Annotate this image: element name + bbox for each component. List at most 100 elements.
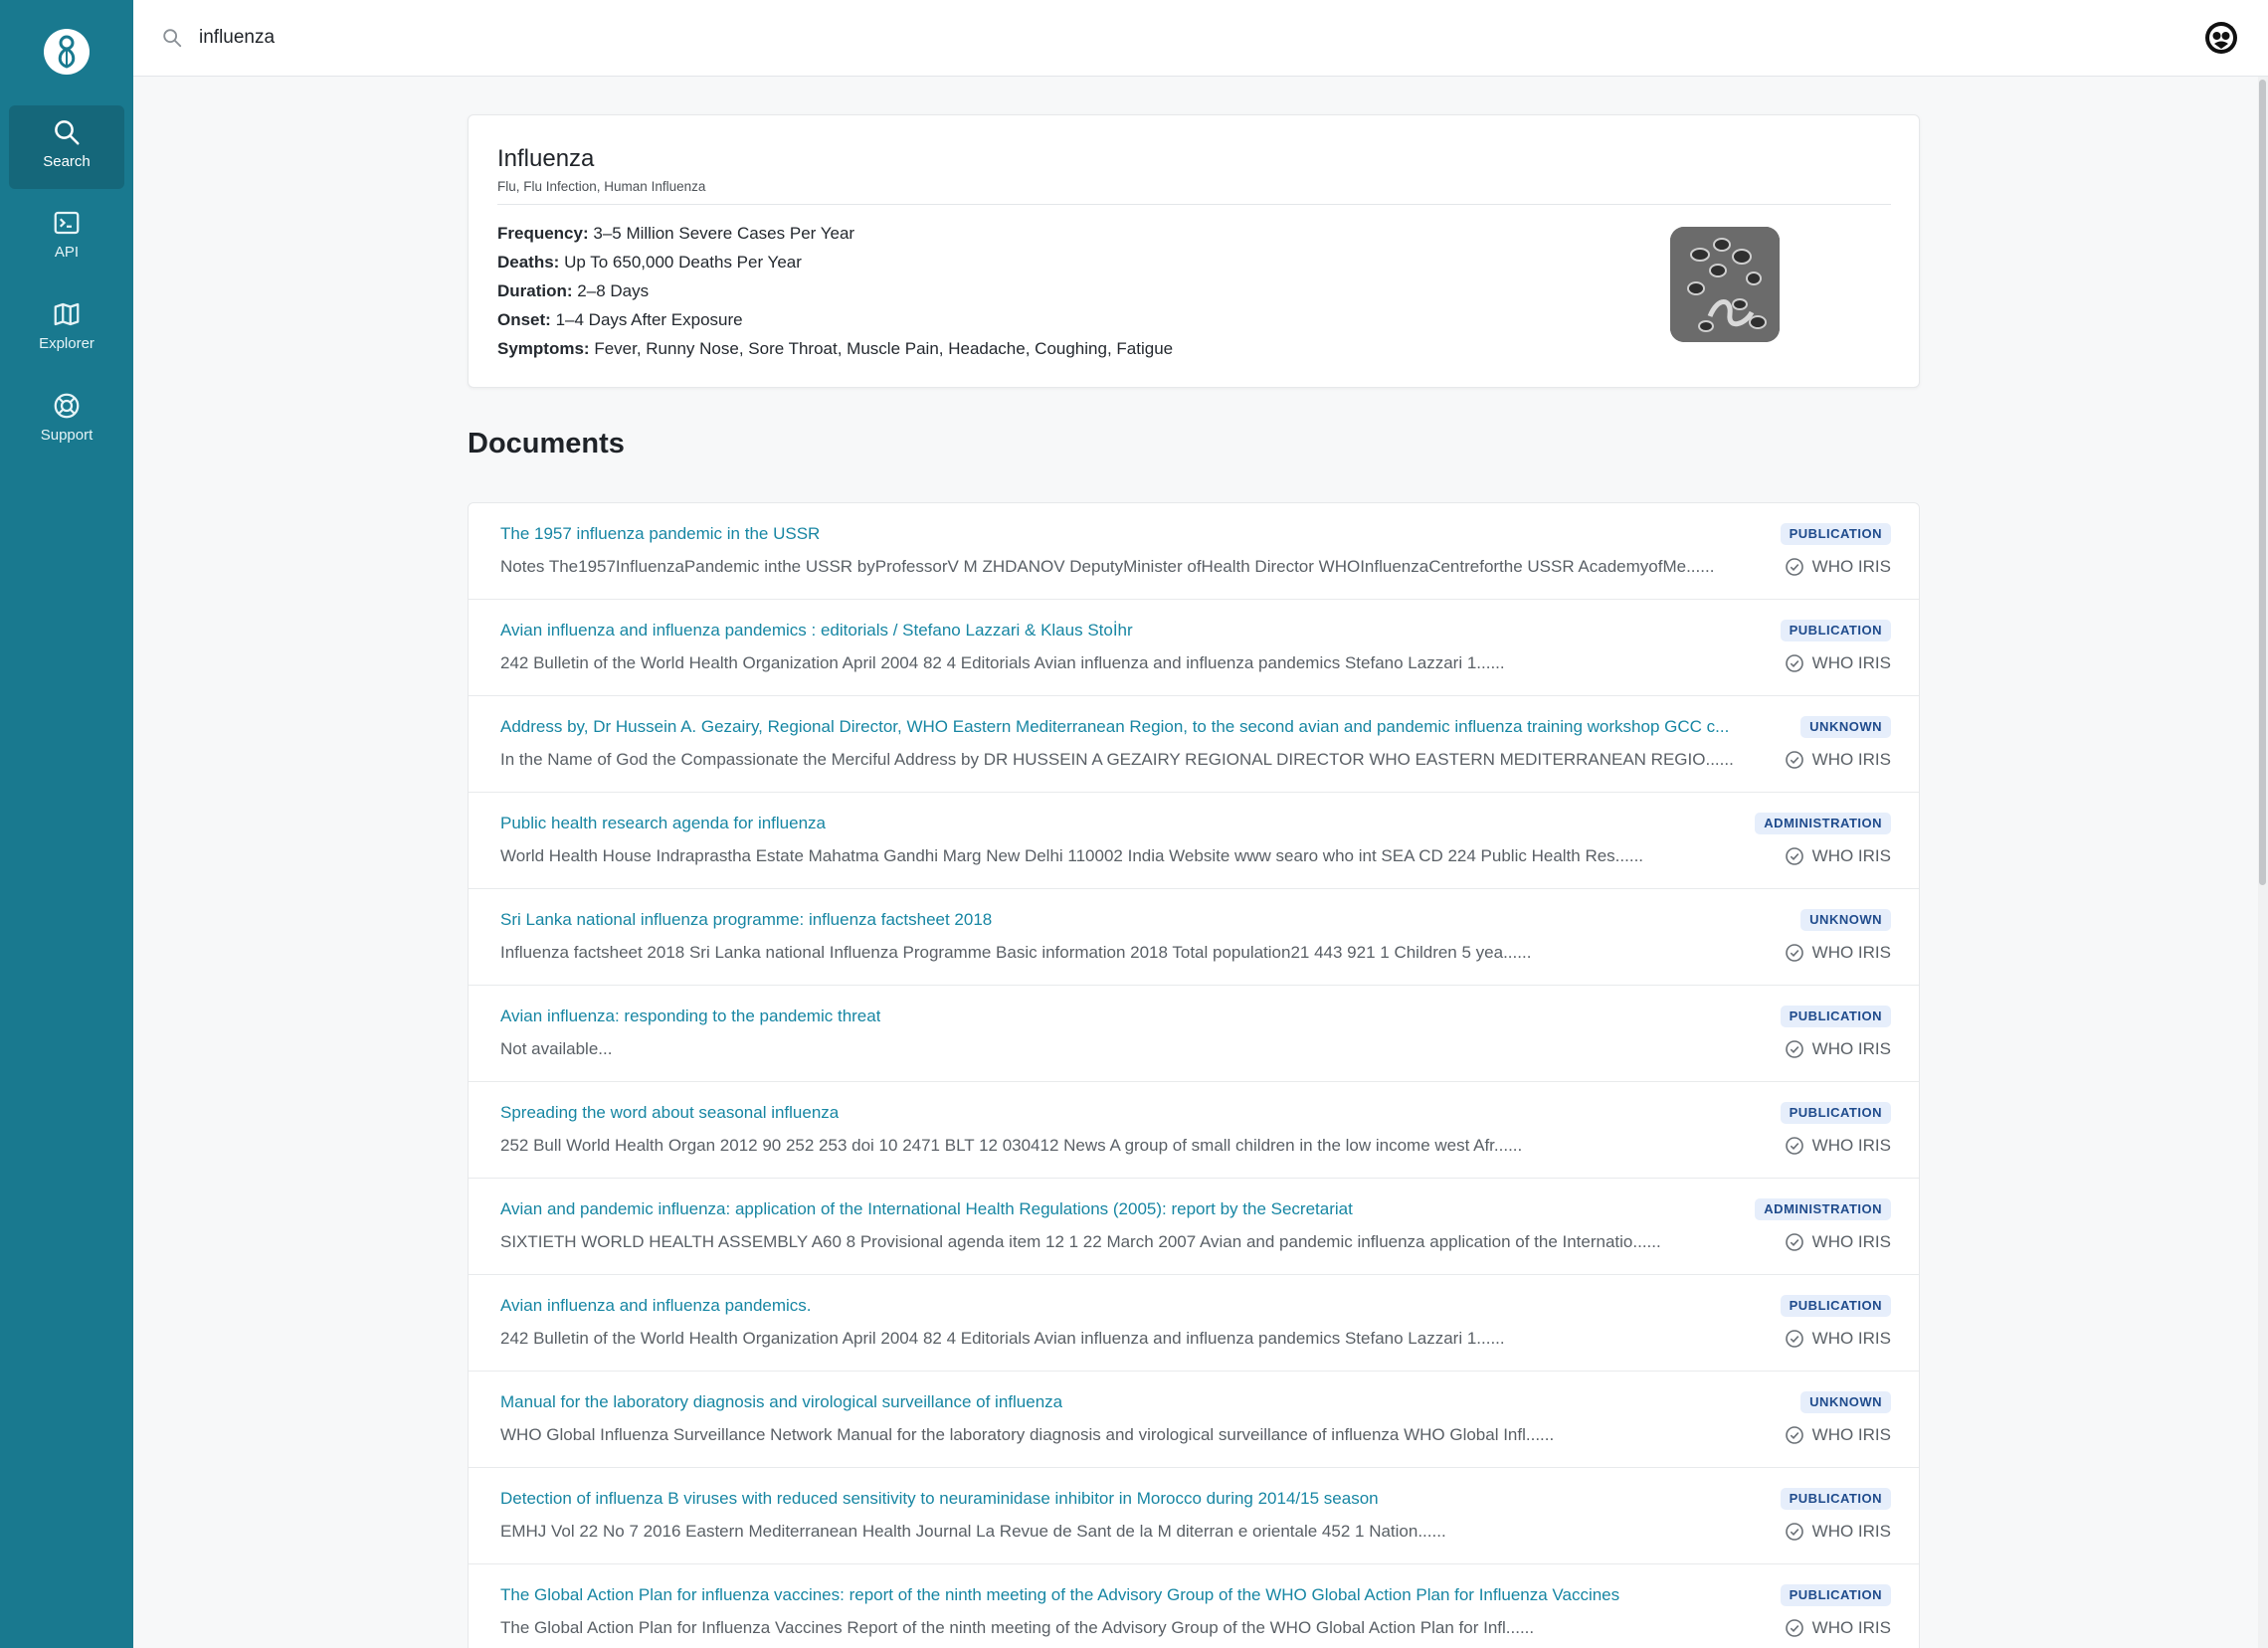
document-title-link[interactable]: Avian influenza and influenza pandemics.: [500, 1296, 812, 1316]
avatar-icon: [2209, 26, 2233, 50]
nav-label-support: Support: [40, 427, 94, 444]
document-source-label: WHO IRIS: [1811, 846, 1891, 865]
document-source: WHO IRIS: [1785, 651, 1891, 675]
search-icon: [163, 29, 182, 48]
document-title-link[interactable]: Address by, Dr Hussein A. Gezairy, Regio…: [500, 717, 1729, 737]
document-type-badge: ADMINISTRATION: [1755, 813, 1891, 834]
document-row[interactable]: Avian influenza: responding to the pande…: [469, 986, 1919, 1082]
top-bar: [133, 0, 2268, 77]
document-title-link[interactable]: Avian and pandemic influenza: applicatio…: [500, 1199, 1353, 1219]
document-source: WHO IRIS: [1785, 1037, 1891, 1061]
virus-micrograph-image: [1670, 227, 1780, 342]
document-title-link[interactable]: Avian influenza and influenza pandemics …: [500, 621, 1133, 641]
document-title-link[interactable]: The Global Action Plan for influenza vac…: [500, 1585, 1619, 1605]
verified-check-icon: [1785, 847, 1803, 865]
document-source-label: WHO IRIS: [1811, 750, 1891, 769]
user-avatar[interactable]: [2205, 22, 2237, 54]
nav-item-api[interactable]: API: [9, 196, 124, 279]
document-source: WHO IRIS: [1785, 748, 1891, 772]
document-snippet: 252 Bull World Health Organ 2012 90 252 …: [500, 1136, 1523, 1155]
fact-value: 1–4 Days After Exposure: [555, 310, 743, 329]
nav-label-api: API: [54, 244, 80, 261]
document-type-badge: UNKNOWN: [1800, 1391, 1891, 1413]
fact-label: Duration:: [497, 281, 573, 300]
nav-item-search[interactable]: Search: [9, 105, 124, 189]
document-type-badge: PUBLICATION: [1780, 1488, 1891, 1510]
document-type-badge: PUBLICATION: [1780, 1006, 1891, 1027]
search-icon: [55, 120, 80, 145]
document-row[interactable]: Spreading the word about seasonal influe…: [469, 1082, 1919, 1179]
document-title-link[interactable]: Public health research agenda for influe…: [500, 814, 826, 833]
fact-frequency: Frequency: 3–5 Million Severe Cases Per …: [497, 219, 1173, 248]
document-snippet: Not available...: [500, 1039, 613, 1058]
document-row[interactable]: Manual for the laboratory diagnosis and …: [469, 1372, 1919, 1468]
document-row[interactable]: The 1957 influenza pandemic in the USSR N…: [469, 503, 1919, 600]
nav-label-explorer: Explorer: [39, 335, 94, 352]
verified-check-icon: [1785, 944, 1803, 962]
document-row[interactable]: Avian influenza and influenza pandemics …: [469, 600, 1919, 696]
nav-item-support[interactable]: Support: [9, 379, 124, 462]
document-type-badge: PUBLICATION: [1780, 1295, 1891, 1317]
document-row[interactable]: The Global Action Plan for influenza vac…: [469, 1564, 1919, 1648]
document-type-badge: PUBLICATION: [1780, 523, 1891, 545]
summary-divider: [497, 204, 1891, 205]
document-title-link[interactable]: Manual for the laboratory diagnosis and …: [500, 1392, 1062, 1412]
document-row[interactable]: Avian and pandemic influenza: applicatio…: [469, 1179, 1919, 1275]
document-type-badge: UNKNOWN: [1800, 909, 1891, 931]
terminal-icon: [54, 211, 80, 235]
document-source-label: WHO IRIS: [1811, 1136, 1891, 1155]
document-source: WHO IRIS: [1785, 1520, 1891, 1544]
document-source: WHO IRIS: [1785, 555, 1891, 579]
documents-list: The 1957 influenza pandemic in the USSR N…: [468, 502, 1920, 1648]
app-logo[interactable]: [44, 29, 90, 75]
nav-label-search: Search: [43, 153, 91, 170]
document-source-label: WHO IRIS: [1811, 1039, 1891, 1058]
document-source-label: WHO IRIS: [1811, 1522, 1891, 1541]
document-title-link[interactable]: Avian influenza: responding to the pande…: [500, 1007, 880, 1026]
lifebuoy-icon: [54, 393, 80, 419]
document-source-label: WHO IRIS: [1811, 557, 1891, 576]
document-snippet: 242 Bulletin of the World Health Organiz…: [500, 653, 1505, 672]
document-title-link[interactable]: The 1957 influenza pandemic in the USSR: [500, 524, 820, 544]
document-source: WHO IRIS: [1785, 1134, 1891, 1158]
document-source-label: WHO IRIS: [1811, 1618, 1891, 1637]
scrollbar-thumb[interactable]: [2259, 80, 2266, 885]
document-source-label: WHO IRIS: [1811, 1425, 1891, 1444]
verified-check-icon: [1785, 1330, 1803, 1348]
fact-value: 3–5 Million Severe Cases Per Year: [593, 224, 855, 243]
nav-item-explorer[interactable]: Explorer: [9, 287, 124, 371]
fact-deaths: Deaths: Up To 650,000 Deaths Per Year: [497, 248, 1173, 276]
verified-check-icon: [1785, 1426, 1803, 1444]
disease-aliases: Flu, Flu Infection, Human Influenza: [497, 179, 706, 194]
document-row[interactable]: Public health research agenda for influe…: [469, 793, 1919, 889]
document-row[interactable]: Avian influenza and influenza pandemics.…: [469, 1275, 1919, 1372]
fact-label: Symptoms:: [497, 339, 590, 358]
fact-label: Deaths:: [497, 253, 560, 272]
document-source-label: WHO IRIS: [1811, 1329, 1891, 1348]
document-type-badge: ADMINISTRATION: [1755, 1198, 1891, 1220]
fact-label: Frequency:: [497, 224, 589, 243]
document-row[interactable]: Sri Lanka national influenza programme: …: [469, 889, 1919, 986]
document-source-label: WHO IRIS: [1811, 943, 1891, 962]
document-source: WHO IRIS: [1785, 941, 1891, 965]
document-source-label: WHO IRIS: [1811, 653, 1891, 672]
document-title-link[interactable]: Sri Lanka national influenza programme: …: [500, 910, 992, 930]
document-snippet: 242 Bulletin of the World Health Organiz…: [500, 1329, 1505, 1348]
document-row[interactable]: Address by, Dr Hussein A. Gezairy, Regio…: [469, 696, 1919, 793]
document-type-badge: PUBLICATION: [1780, 620, 1891, 641]
document-snippet: Influenza factsheet 2018 Sri Lanka natio…: [500, 943, 1532, 962]
fact-duration: Duration: 2–8 Days: [497, 276, 1173, 305]
micrograph-graphic: [1670, 227, 1780, 342]
document-row[interactable]: Detection of influenza B viruses with re…: [469, 1468, 1919, 1564]
document-snippet: EMHJ Vol 22 No 7 2016 Eastern Mediterran…: [500, 1522, 1446, 1541]
document-source: WHO IRIS: [1785, 1616, 1891, 1640]
document-source: WHO IRIS: [1785, 1423, 1891, 1447]
documents-heading: Documents: [468, 428, 625, 459]
verified-check-icon: [1785, 1233, 1803, 1251]
logo-icon: [58, 35, 76, 69]
document-title-link[interactable]: Detection of influenza B viruses with re…: [500, 1489, 1379, 1509]
document-source: WHO IRIS: [1785, 1230, 1891, 1254]
search-input[interactable]: [199, 20, 1194, 56]
verified-check-icon: [1785, 1040, 1803, 1058]
document-title-link[interactable]: Spreading the word about seasonal influe…: [500, 1103, 839, 1123]
